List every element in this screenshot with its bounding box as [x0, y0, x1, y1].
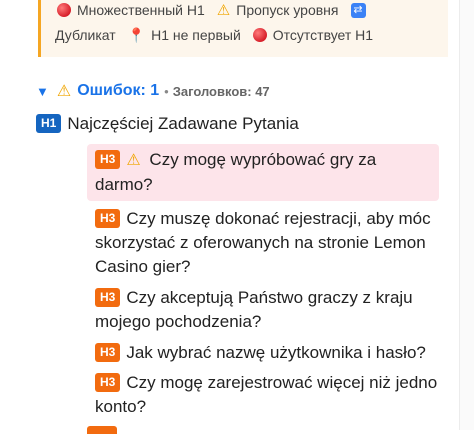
h3-badge: H3: [95, 373, 121, 392]
red-dot-icon: [252, 28, 267, 42]
legend-panel: Множественный H1 ⚠ Пропуск уровня ⇄ Дубл…: [38, 0, 448, 57]
heading-summary[interactable]: ▼ ⚠ Ошибок: 1 • Заголовков: 47: [36, 81, 270, 101]
warning-icon: ⚠: [56, 83, 72, 100]
legend-label: Отсутствует H1: [272, 27, 374, 43]
legend-label: H1 не первый: [151, 27, 241, 43]
legend-item-h1-not-first: 📍 H1 не первый: [128, 27, 241, 43]
pin-icon: 📍: [127, 27, 146, 43]
next-h3-badge-partial: [87, 426, 117, 434]
heading-item-h3[interactable]: H3 Czy muszę dokonać rejestracji, aby móc…: [87, 207, 439, 279]
warning-icon: ⚠: [216, 1, 231, 19]
h1-badge: H1: [36, 114, 62, 133]
legend-row: Дубликат 📍 H1 не первый Отсутствует H1: [55, 24, 385, 46]
heading-item-h1[interactable]: H1 Najczęściej Zadawane Pytania: [36, 114, 299, 134]
legend-item-multiple-h1: Множественный H1: [57, 2, 205, 18]
duplicate-icon: ⇄: [350, 2, 366, 18]
h3-badge: H3: [95, 150, 121, 169]
legend-item-duplicate: Дубликат: [55, 27, 116, 43]
legend-item-skip-level: ⚠ Пропуск уровня: [217, 2, 339, 18]
legend-item-duplicate-icon: ⇄: [350, 2, 372, 18]
heading-item-h3[interactable]: H3 Czy mogę zarejestrować więcej niż jedn…: [87, 371, 439, 419]
warning-icon: ⚠: [126, 152, 141, 169]
h3-badge: H3: [95, 288, 121, 307]
h3-badge: H3: [95, 209, 121, 228]
legend-label: Множественный H1: [77, 2, 205, 18]
heading-item-h3-error[interactable]: H3 ⚠ Czy mogę wypróbować gry za darmo?: [87, 144, 439, 201]
legend-row: Множественный H1 ⚠ Пропуск уровня ⇄: [57, 0, 384, 21]
collapse-caret-icon[interactable]: ▼: [36, 84, 49, 99]
heading-text: Jak wybrać nazwę użytkownika i hasło?: [126, 343, 426, 362]
legend-label: Дубликат: [55, 27, 116, 43]
heading-text: Czy mogę zarejestrować więcej niż jedno …: [95, 373, 438, 416]
heading-text: Najczęściej Zadawane Pytania: [67, 114, 299, 133]
heading-text: Czy akceptują Państwo graczy z kraju moj…: [95, 288, 413, 331]
error-count: Ошибок: 1: [77, 82, 160, 99]
heading-text: Czy muszę dokonać rejestracji, aby móc s…: [95, 209, 431, 276]
heading-item-h3[interactable]: H3 Jak wybrać nazwę użytkownika i hasło?: [87, 341, 439, 365]
separator: •: [164, 83, 169, 99]
legend-item-missing-h1: Отсутствует H1: [252, 27, 374, 43]
scrollbar[interactable]: [459, 0, 474, 430]
red-dot-icon: [57, 3, 71, 17]
legend-label: Пропуск уровня: [236, 2, 339, 18]
heading-count: Заголовков: 47: [172, 83, 270, 99]
h3-badge: H3: [95, 343, 121, 362]
heading-item-h3[interactable]: H3 Czy akceptują Państwo graczy z kraju m…: [87, 286, 439, 334]
